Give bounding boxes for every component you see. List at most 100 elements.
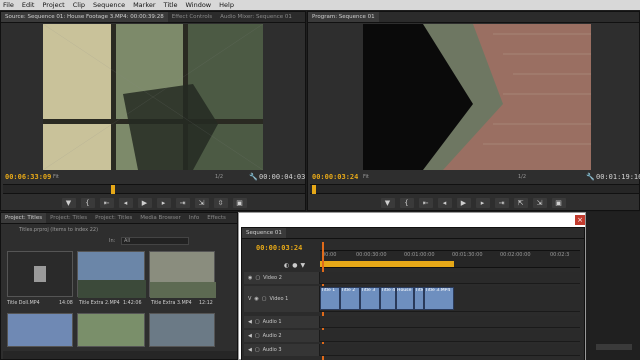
- program-fit-select[interactable]: Fit: [363, 174, 369, 180]
- clip[interactable]: Title 4: [380, 287, 396, 310]
- lock-icon[interactable]: ▢: [255, 347, 260, 353]
- track-lane-video-2[interactable]: [320, 272, 580, 284]
- go-to-out-icon[interactable]: ⇥: [494, 198, 509, 208]
- tab-project-titles[interactable]: Project: Titles: [1, 213, 47, 223]
- tab-effects[interactable]: Effects: [203, 213, 230, 223]
- tab-audio-mixer[interactable]: Audio Mixer: Sequence 01: [216, 12, 296, 22]
- track-lane-audio-1[interactable]: [320, 316, 580, 328]
- play-icon[interactable]: ▶: [456, 198, 471, 208]
- track-header-audio-2[interactable]: ◀ ▢ Audio 2: [244, 330, 320, 342]
- source-scrubber[interactable]: [3, 184, 305, 194]
- project-item-extra-2[interactable]: [77, 251, 146, 298]
- track-lane-audio-2[interactable]: [320, 330, 580, 342]
- menu-file[interactable]: File: [3, 0, 14, 10]
- menu-edit[interactable]: Edit: [22, 0, 35, 10]
- tab-project-titles-3[interactable]: Project: Titles: [91, 213, 136, 223]
- eye-icon[interactable]: ◉: [254, 296, 258, 302]
- menu-sequence[interactable]: Sequence: [93, 0, 125, 10]
- source-timecode[interactable]: 00:06:33:09: [5, 173, 51, 181]
- speaker-icon[interactable]: ◀: [248, 319, 252, 325]
- go-to-out-icon[interactable]: ⇥: [175, 198, 190, 208]
- mark-in-icon[interactable]: ▼: [61, 198, 76, 208]
- lock-icon[interactable]: ▢: [255, 319, 260, 325]
- insert-icon[interactable]: ⇲: [194, 198, 209, 208]
- track-header-video-2[interactable]: ◉ ▢ Video 2: [244, 272, 320, 284]
- wrench-icon[interactable]: 🔧: [586, 173, 595, 181]
- menu-marker[interactable]: Marker: [133, 0, 155, 10]
- play-icon[interactable]: ▶: [137, 198, 152, 208]
- source-resolution-select[interactable]: 1/2: [215, 174, 223, 180]
- clip[interactable]: Title 2: [340, 287, 360, 310]
- menu-project[interactable]: Project: [42, 0, 64, 10]
- sequence-panel: Sequence 01 00:00:03:24 ◐ ● ▼ 00:00 00:0…: [241, 227, 585, 360]
- step-forward-icon[interactable]: ▸: [475, 198, 490, 208]
- sequence-timecode[interactable]: 00:00:03:24: [256, 244, 302, 252]
- tab-project-titles-2[interactable]: Project: Titles: [46, 213, 91, 223]
- project-tabbar: Project: Titles Project: Titles Project:…: [1, 213, 237, 224]
- tab-media-browser[interactable]: Media Browser: [136, 213, 185, 223]
- link-icon[interactable]: ▼: [301, 262, 306, 269]
- source-playhead[interactable]: [111, 185, 115, 194]
- eye-icon[interactable]: ◉: [248, 275, 252, 281]
- file-icon: [34, 266, 46, 282]
- overwrite-icon[interactable]: ⇳: [213, 198, 228, 208]
- step-back-icon[interactable]: ◂: [118, 198, 133, 208]
- mark-out-icon[interactable]: {: [399, 198, 414, 208]
- mark-out-icon[interactable]: {: [80, 198, 95, 208]
- lock-icon[interactable]: ▢: [255, 333, 260, 339]
- work-area-bar[interactable]: [320, 261, 454, 267]
- lock-icon[interactable]: ▢: [262, 296, 267, 302]
- clip[interactable]: Title 3.MP4: [424, 287, 454, 310]
- menu-help[interactable]: Help: [219, 0, 234, 10]
- program-scrubber[interactable]: [310, 184, 639, 194]
- track-header-audio-3[interactable]: ◀ ▢ Audio 3: [244, 344, 320, 356]
- speaker-icon[interactable]: ◀: [248, 333, 252, 339]
- lift-icon[interactable]: ⇱: [513, 198, 528, 208]
- source-fit-select[interactable]: Fit: [53, 174, 59, 180]
- tab-source[interactable]: Source: Sequence 01: House Footage 3.MP4…: [1, 12, 168, 22]
- program-timecode[interactable]: 00:00:03:24: [312, 173, 358, 181]
- wrench-icon[interactable]: 🔧: [249, 173, 258, 181]
- menu-window[interactable]: Window: [185, 0, 211, 10]
- camera-icon[interactable]: ▣: [551, 198, 566, 208]
- step-back-icon[interactable]: ◂: [437, 198, 452, 208]
- go-to-in-icon[interactable]: ⇤: [99, 198, 114, 208]
- tab-effect-controls[interactable]: Effect Controls: [168, 12, 216, 22]
- source-tabbar: Source: Sequence 01: House Footage 3.MP4…: [1, 12, 305, 23]
- project-item-doll[interactable]: [7, 251, 73, 297]
- speaker-icon[interactable]: ◀: [248, 347, 252, 353]
- menu-clip[interactable]: Clip: [73, 0, 85, 10]
- program-playhead[interactable]: [312, 185, 316, 194]
- lock-icon[interactable]: ▢: [255, 275, 260, 281]
- track-lane-video-1[interactable]: Title 1 Title 2 Title 3 Title 4 House Ti…: [320, 286, 580, 312]
- step-forward-icon[interactable]: ▸: [156, 198, 171, 208]
- extract-icon[interactable]: ⇲: [532, 198, 547, 208]
- project-item-extra-3[interactable]: [149, 251, 216, 298]
- tab-sequence-01[interactable]: Sequence 01: [242, 228, 286, 238]
- clip[interactable]: Title 5: [414, 287, 424, 310]
- menu-title[interactable]: Title: [164, 0, 178, 10]
- project-item-thumb[interactable]: [149, 313, 215, 347]
- ruler-tick: 00:00:30:00: [356, 252, 387, 258]
- go-to-in-icon[interactable]: ⇤: [418, 198, 433, 208]
- marker-icon[interactable]: ●: [292, 262, 297, 269]
- camera-icon[interactable]: ▣: [232, 198, 247, 208]
- program-duration: 00:01:19:16: [596, 173, 640, 181]
- track-name: Video 1: [269, 296, 289, 302]
- tab-program[interactable]: Program: Sequence 01: [308, 12, 379, 22]
- program-resolution-select[interactable]: 1/2: [518, 174, 526, 180]
- track-header-audio-1[interactable]: ◀ ▢ Audio 1: [244, 316, 320, 328]
- mark-in-icon[interactable]: ▼: [380, 198, 395, 208]
- clip[interactable]: Title 1: [320, 287, 340, 310]
- sequence-ruler[interactable]: 00:00 00:00:30:00 00:01:00:00 00:01:30:0…: [320, 250, 580, 268]
- in-select[interactable]: All: [121, 237, 189, 245]
- project-item-thumb[interactable]: [7, 313, 73, 347]
- tab-info[interactable]: Info: [185, 213, 203, 223]
- track-header-video-1[interactable]: V ◉ ▢ Video 1: [244, 286, 320, 312]
- track-lane-audio-3[interactable]: [320, 344, 580, 356]
- project-item-thumb[interactable]: [77, 313, 145, 347]
- clip[interactable]: House: [396, 287, 414, 310]
- snap-icon[interactable]: ◐: [284, 262, 289, 269]
- close-icon[interactable]: ×: [575, 215, 585, 225]
- clip[interactable]: Title 3: [360, 287, 380, 310]
